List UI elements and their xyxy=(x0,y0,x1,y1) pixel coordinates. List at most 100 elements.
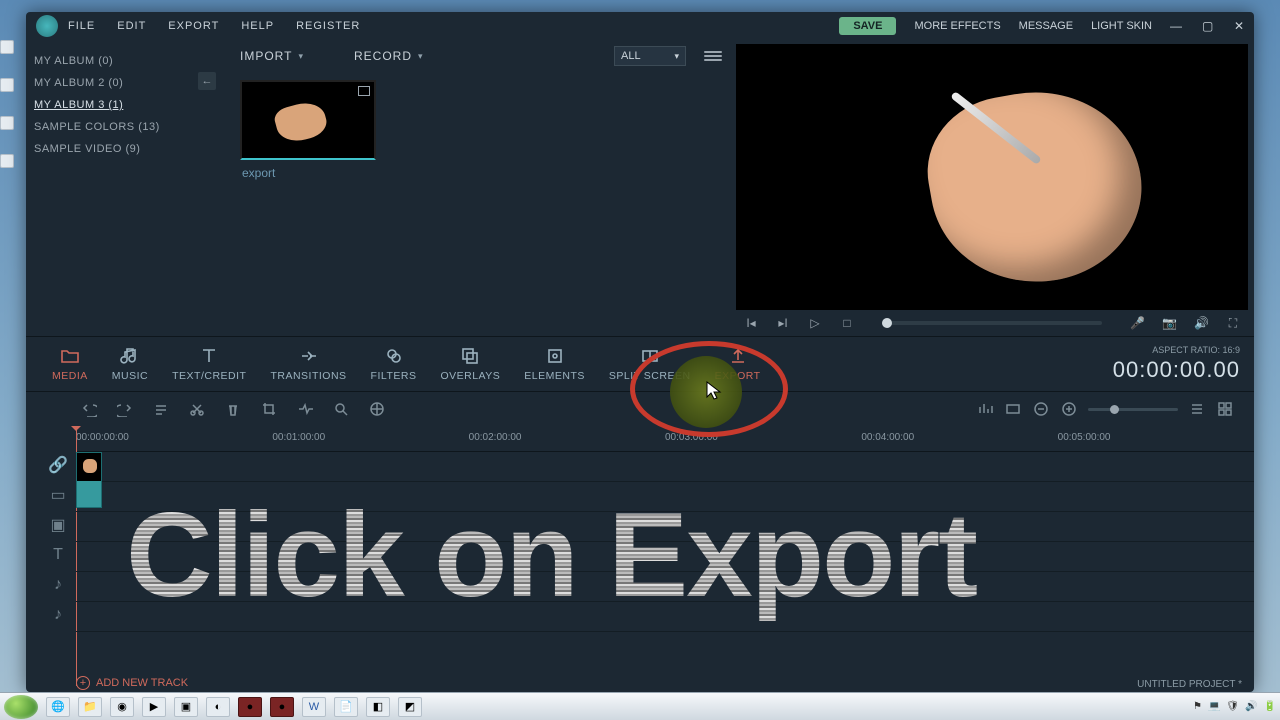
tab-media[interactable]: MEDIA xyxy=(40,346,100,382)
import-dropdown[interactable]: IMPORT▾ xyxy=(240,49,304,63)
sidebar-item-sample-colors[interactable]: SAMPLE COLORS (13) xyxy=(26,116,190,138)
taskbar-chrome-icon[interactable]: ◉ xyxy=(110,697,134,717)
video-icon xyxy=(358,86,370,96)
view-list-icon[interactable] xyxy=(1188,400,1206,418)
menu-export[interactable]: EXPORT xyxy=(168,20,219,32)
taskbar-explorer-icon[interactable]: 🌐 xyxy=(46,697,70,717)
tray-network-icon[interactable]: 💻 xyxy=(1208,701,1220,712)
tab-elements[interactable]: ELEMENTS xyxy=(512,346,597,382)
track-video-icon[interactable]: ▭ xyxy=(48,482,68,508)
mixer-icon[interactable] xyxy=(976,400,994,418)
track-audio2-icon[interactable]: ♪ xyxy=(48,602,68,628)
media-thumbnail-label: export xyxy=(240,160,376,186)
edit-button[interactable] xyxy=(152,400,170,418)
media-thumbnail[interactable]: export xyxy=(240,80,376,186)
zoom-fit-button[interactable] xyxy=(1004,400,1022,418)
preview-slider[interactable] xyxy=(882,321,1102,325)
list-view-icon[interactable] xyxy=(704,47,722,65)
desktop-icon[interactable] xyxy=(0,40,14,54)
view-grid-icon[interactable] xyxy=(1216,400,1234,418)
desktop-icon[interactable] xyxy=(0,78,14,92)
taskbar-player-icon[interactable]: ▶ xyxy=(142,697,166,717)
track-text-icon[interactable]: T xyxy=(48,542,68,568)
tray-shield-icon[interactable]: 🛡 xyxy=(1226,701,1239,712)
overlay-instruction-text: Click on Export xyxy=(126,486,1224,624)
taskbar[interactable]: 🌐 📁 ◉ ▶ ▣ ◐ ● ● W 📄 ◧ ◩ ⚑ 💻 🛡 🔊 🔋 xyxy=(0,692,1280,720)
tab-filters[interactable]: FILTERS xyxy=(359,346,429,382)
undo-button[interactable] xyxy=(80,400,98,418)
track-pip-icon[interactable]: ▣ xyxy=(48,512,68,538)
split-icon xyxy=(640,346,660,366)
filter-dropdown[interactable]: ALL▾ xyxy=(614,46,686,66)
chevron-down-icon: ▾ xyxy=(674,51,679,62)
tool-tabs: MEDIA MUSIC TEXT/CREDIT TRANSITIONS FILT… xyxy=(26,336,1254,392)
taskbar-app3-icon[interactable]: ◩ xyxy=(398,697,422,717)
text-icon xyxy=(199,346,219,366)
delete-button[interactable] xyxy=(224,400,242,418)
snapshot-icon[interactable]: 📷 xyxy=(1162,316,1176,330)
zoom-in-button[interactable] xyxy=(1060,400,1078,418)
light-skin-toggle[interactable]: LIGHT SKIN xyxy=(1091,20,1152,32)
sidebar-item-album-2[interactable]: MY ALBUM 3 (1) xyxy=(26,94,190,116)
track-audio1-icon[interactable]: ♪ xyxy=(48,572,68,598)
color-button[interactable] xyxy=(368,400,386,418)
sidebar-item-album-1[interactable]: MY ALBUM 2 (0) xyxy=(26,72,190,94)
fullscreen-icon[interactable]: ⛶ xyxy=(1226,316,1240,331)
taskbar-app-icon[interactable]: ▣ xyxy=(174,697,198,717)
timeline-clip[interactable] xyxy=(76,452,102,508)
tray-battery-icon[interactable]: 🔋 xyxy=(1264,701,1276,712)
taskbar-word-icon[interactable]: W xyxy=(302,697,326,717)
zoom-out-button[interactable] xyxy=(1032,400,1050,418)
mic-icon[interactable]: 🎤 xyxy=(1130,316,1144,330)
record-dropdown[interactable]: RECORD▾ xyxy=(354,49,424,63)
cut-button[interactable] xyxy=(188,400,206,418)
start-button[interactable] xyxy=(4,695,38,719)
volume-icon[interactable]: 🔊 xyxy=(1194,316,1208,330)
minimize-icon[interactable]: — xyxy=(1170,19,1184,33)
tab-text-credit[interactable]: TEXT/CREDIT xyxy=(160,346,258,382)
prev-frame-button[interactable]: I◂ xyxy=(744,316,758,330)
redo-button[interactable] xyxy=(116,400,134,418)
sidebar-item-album-0[interactable]: MY ALBUM (0) xyxy=(26,50,190,72)
system-tray[interactable]: ⚑ 💻 🛡 🔊 🔋 xyxy=(1193,701,1276,712)
tab-transitions[interactable]: TRANSITIONS xyxy=(258,346,358,382)
search-button[interactable] xyxy=(332,400,350,418)
more-effects-link[interactable]: MORE EFFECTS xyxy=(914,20,1000,32)
speed-button[interactable] xyxy=(296,400,314,418)
aspect-ratio-label: ASPECT RATIO: 16:9 xyxy=(1113,345,1240,355)
crop-button[interactable] xyxy=(260,400,278,418)
tab-overlays[interactable]: OVERLAYS xyxy=(428,346,512,382)
save-button[interactable]: SAVE xyxy=(839,17,896,35)
taskbar-media-icon[interactable]: ◐ xyxy=(206,697,230,717)
stop-button[interactable]: □ xyxy=(840,316,854,330)
folder-icon xyxy=(60,346,80,366)
maximize-icon[interactable]: ▢ xyxy=(1202,19,1216,33)
next-frame-button[interactable]: ▸I xyxy=(776,316,790,330)
track-lock-icon[interactable]: 🔗 xyxy=(48,452,68,478)
top-bar: FILE EDIT EXPORT HELP REGISTER SAVE MORE… xyxy=(26,12,1254,40)
taskbar-rec2-icon[interactable]: ● xyxy=(270,697,294,717)
menu-help[interactable]: HELP xyxy=(241,20,274,32)
menu-register[interactable]: REGISTER xyxy=(296,20,360,32)
preview-viewport[interactable] xyxy=(736,44,1248,310)
taskbar-folder-icon[interactable]: 📁 xyxy=(78,697,102,717)
menu-edit[interactable]: EDIT xyxy=(117,20,146,32)
time-ruler[interactable]: 00:00:00:00 00:01:00:00 00:02:00:00 00:0… xyxy=(76,426,1254,452)
add-new-track-button[interactable]: +ADD NEW TRACK xyxy=(76,676,188,690)
zoom-slider[interactable] xyxy=(1088,408,1178,411)
desktop-icon[interactable] xyxy=(0,116,14,130)
taskbar-rec1-icon[interactable]: ● xyxy=(238,697,262,717)
timeline[interactable]: 00:00:00:00 00:01:00:00 00:02:00:00 00:0… xyxy=(26,426,1254,692)
media-pane: IMPORT▾ RECORD▾ ALL▾ export xyxy=(190,40,732,336)
taskbar-app2-icon[interactable]: ◧ xyxy=(366,697,390,717)
desktop-icon[interactable] xyxy=(0,154,14,168)
tray-volume-icon[interactable]: 🔊 xyxy=(1245,701,1257,712)
close-icon[interactable]: ✕ xyxy=(1234,19,1248,33)
play-button[interactable]: ▷ xyxy=(808,316,822,330)
sidebar-item-sample-video[interactable]: SAMPLE VIDEO (9) xyxy=(26,138,190,160)
taskbar-note-icon[interactable]: 📄 xyxy=(334,697,358,717)
menu-file[interactable]: FILE xyxy=(68,20,95,32)
tab-music[interactable]: MUSIC xyxy=(100,346,160,382)
message-link[interactable]: MESSAGE xyxy=(1019,20,1073,32)
tray-flag-icon[interactable]: ⚑ xyxy=(1193,701,1202,712)
